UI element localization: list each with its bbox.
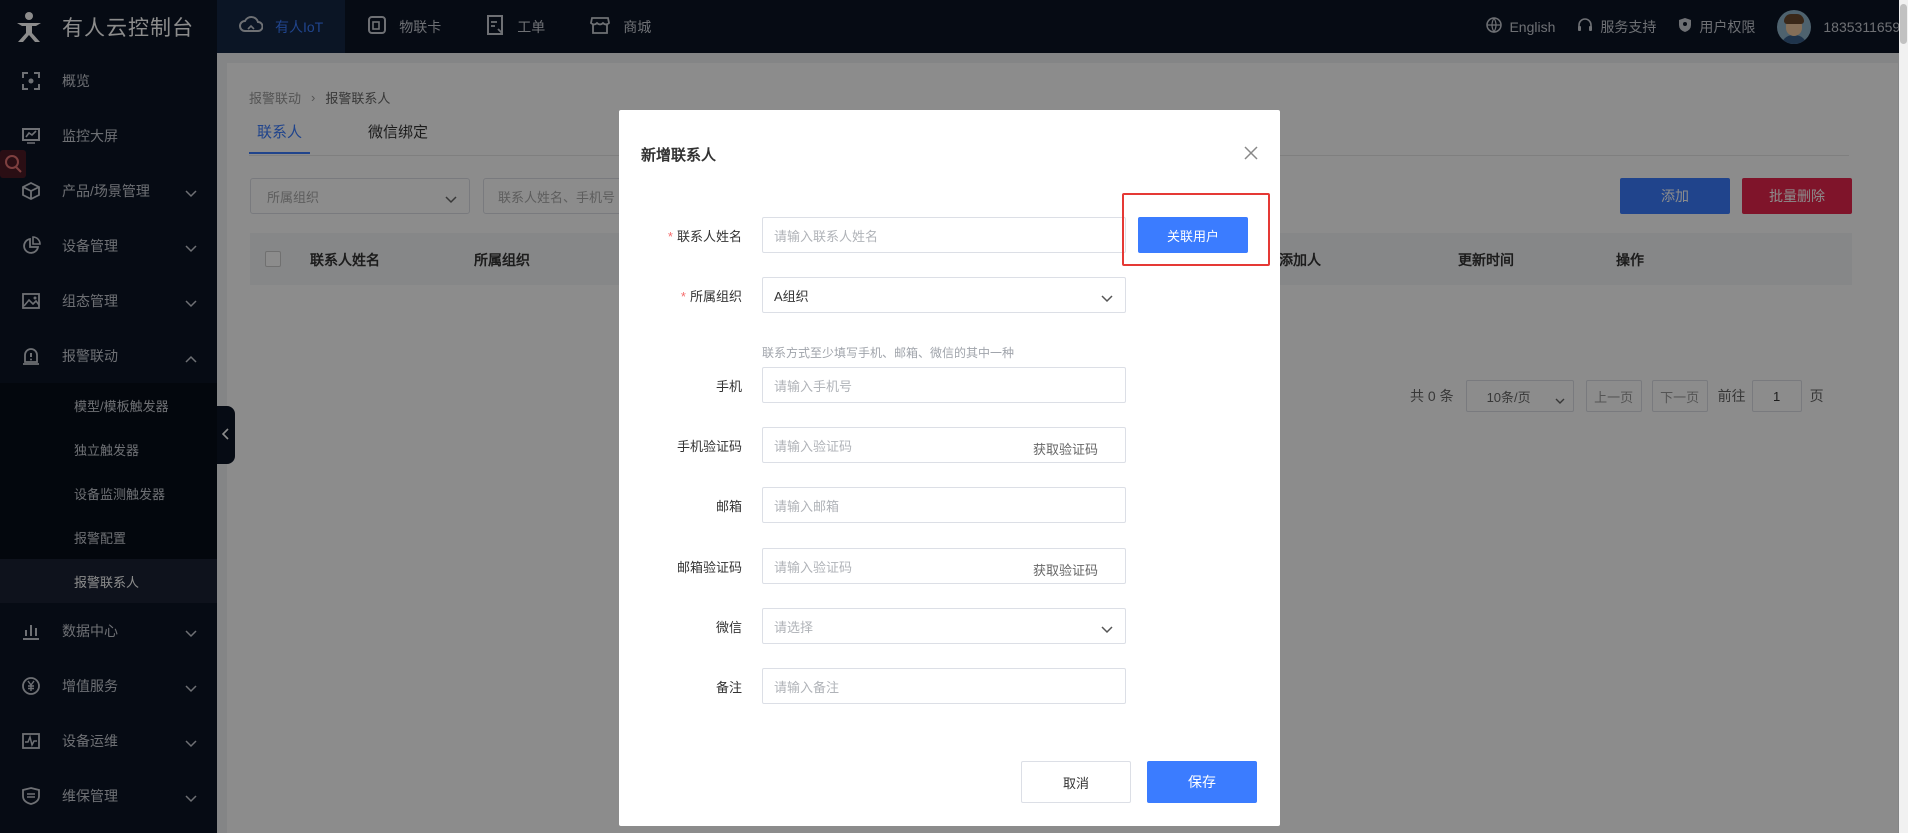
field-label: 手机验证码: [676, 439, 742, 454]
link-user-highlight: 关联用户: [1122, 193, 1270, 266]
remark-input[interactable]: 请输入备注: [762, 668, 1126, 704]
wechat-select[interactable]: 请选择: [762, 608, 1126, 644]
dialog-title: 新增联系人: [641, 147, 717, 164]
get-email-code-button[interactable]: 获取验证码: [1033, 560, 1098, 579]
form-row-org: * 所属组织 A组织: [619, 277, 1280, 313]
form-row-email-code: 邮箱验证码 请输入验证码 获取验证码: [619, 548, 1280, 584]
field-label: * 联系人姓名: [667, 229, 742, 244]
field-label: 微信: [715, 620, 742, 635]
save-button[interactable]: 保存: [1147, 761, 1257, 803]
contact-method-hint: 联系方式至少填写手机、邮箱、微信的其中一种: [762, 346, 1015, 360]
get-phone-code-button[interactable]: 获取验证码: [1033, 439, 1098, 458]
field-label: 手机: [715, 379, 742, 394]
add-contact-dialog: 新增联系人 * 联系人姓名 请输入联系人姓名 关联用户 * 所属组织 A组织 联系方…: [619, 110, 1280, 826]
contact-name-input[interactable]: 请输入联系人姓名: [762, 217, 1126, 253]
form-row-phone-code: 手机验证码 请输入验证码 获取验证码: [619, 427, 1280, 463]
email-code-input[interactable]: 请输入验证码 获取验证码: [762, 548, 1126, 584]
form-row-wechat: 微信 请选择: [619, 608, 1280, 644]
cancel-button[interactable]: 取消: [1021, 761, 1131, 803]
form-row-email: 邮箱 请输入邮箱: [619, 487, 1280, 523]
phone-code-input[interactable]: 请输入验证码 获取验证码: [762, 427, 1126, 463]
field-label: 邮箱验证码: [676, 560, 742, 575]
close-icon[interactable]: [1244, 146, 1258, 163]
page-scrollbar[interactable]: [1899, 0, 1908, 833]
field-label: 备注: [715, 680, 742, 695]
org-select[interactable]: A组织: [762, 277, 1126, 313]
field-label: * 所属组织: [680, 289, 742, 304]
link-user-button[interactable]: 关联用户: [1138, 217, 1248, 253]
phone-input[interactable]: 请输入手机号: [762, 367, 1126, 403]
field-label: 邮箱: [715, 499, 742, 514]
chevron-down-icon: [1101, 291, 1113, 306]
form-row-phone: 手机 请输入手机号: [619, 367, 1280, 403]
email-input[interactable]: 请输入邮箱: [762, 487, 1126, 523]
chevron-down-icon: [1101, 622, 1113, 637]
form-row-remark: 备注 请输入备注: [619, 668, 1280, 704]
scrollbar-thumb[interactable]: [1900, 4, 1907, 44]
